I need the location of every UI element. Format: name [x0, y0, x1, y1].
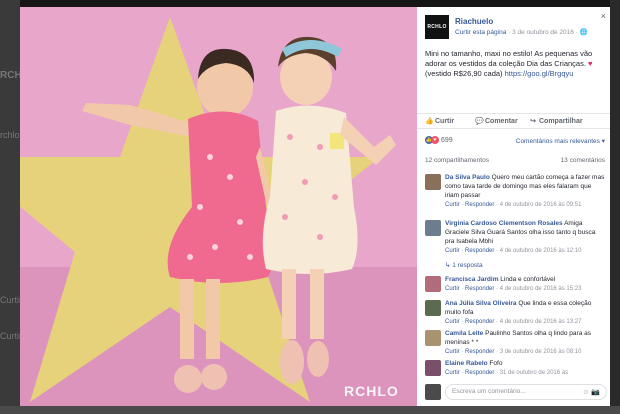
user-avatar — [425, 384, 441, 400]
shares-count[interactable]: 12 compartilhamentos — [425, 157, 489, 164]
share-icon: ↪ — [530, 118, 536, 125]
like-button[interactable]: 👍Curtir — [425, 117, 454, 125]
brand-watermark: RCHLO — [344, 383, 399, 399]
emoji-camera-icon[interactable]: ☺ 📷 — [582, 388, 600, 396]
comment-sort-dropdown[interactable]: Comentários mais relevantes ▾ — [516, 137, 605, 145]
comment-like-link[interactable]: Curtir — [445, 286, 460, 292]
comment-reply-link[interactable]: Responder — [465, 248, 494, 254]
page-avatar[interactable]: RCHLO — [425, 15, 449, 39]
reactions-summary[interactable]: 👍♥ 699 Comentários mais relevantes ▾ — [425, 136, 605, 148]
background-text: Curtir — [0, 331, 20, 341]
comment-date[interactable]: · 4 de outubro de 2016 às 13:27 — [494, 319, 581, 325]
reaction-count: 699 — [441, 136, 453, 144]
thumbs-up-icon: 👍 — [425, 118, 434, 125]
commenter-avatar[interactable] — [425, 220, 441, 236]
comment-reply-link[interactable]: Responder — [465, 319, 494, 325]
photo-viewer: RCHLO rchlo Curtir Curtir — [0, 0, 620, 414]
comment-button[interactable]: 💬Comentar — [475, 117, 518, 125]
comment-reply-link[interactable]: Responder — [465, 349, 494, 355]
comment-composer: Escreva um comentário... ☺ 📷 — [425, 384, 607, 400]
photo-illustration — [20, 7, 417, 406]
comment-reply-link[interactable]: Responder — [465, 370, 494, 376]
comment-date[interactable]: · 31 de outubro de 2016 às — [494, 370, 568, 376]
view-replies-link[interactable]: ↳ 1 resposta — [445, 261, 483, 269]
post-price: (vestido R$26,90 cada) — [425, 69, 505, 78]
heart-icon: ♥ — [588, 59, 593, 68]
comment-like-link[interactable]: Curtir — [445, 248, 460, 254]
comment-input[interactable]: Escreva um comentário... ☺ 📷 — [445, 384, 607, 400]
comment-text: Linda e confortável — [498, 276, 556, 283]
share-button[interactable]: ↪ Compartilhar — [529, 117, 583, 125]
share-label: Compartilhar — [539, 118, 583, 125]
background-page-right — [610, 0, 620, 414]
comment-placeholder: Escreva um comentário... — [452, 388, 526, 395]
background-text: RCHLO — [0, 70, 20, 81]
globe-icon: 🌐 — [579, 29, 588, 36]
love-reaction-icon: ♥ — [431, 136, 439, 144]
comment-reply-link[interactable]: Responder — [465, 286, 494, 292]
post-date[interactable]: · 3 de outubro de 2016 · — [506, 29, 579, 36]
page-name-link[interactable]: Riachuelo — [455, 17, 493, 26]
post-side-panel: × RCHLO Riachuelo Curtir esta página · 3… — [417, 7, 610, 406]
post-link[interactable]: https://goo.gl/Brgqyu — [505, 69, 574, 78]
post-actions-bar: 👍Curtir 💬Comentar ↪ Compartilhar — [417, 113, 610, 129]
commenter-avatar[interactable] — [425, 300, 441, 316]
comment-like-link[interactable]: Curtir — [445, 370, 460, 376]
comment-like-link[interactable]: Curtir — [445, 319, 460, 325]
post-photo[interactable]: RCHLO — [20, 7, 417, 406]
comment-date[interactable]: · 4 de outubro de 2016 às 12:10 — [494, 248, 581, 254]
comment-date[interactable]: · 4 de outubro de 2016 às 15:23 — [494, 286, 581, 292]
bottom-strip — [0, 406, 620, 414]
comment-author[interactable]: Da Silva Paulo — [445, 174, 490, 181]
commenter-avatar[interactable] — [425, 174, 441, 190]
comment-date[interactable]: · 4 de outubro de 2016 às 09:51 — [494, 202, 581, 208]
post-text: Mini no tamanho, maxi no estilo! As pequ… — [425, 49, 603, 79]
comments-count[interactable]: 13 comentários — [561, 157, 605, 164]
comment-author[interactable]: Camila Leite — [445, 330, 483, 337]
comment-author[interactable]: Elaine Rabelo — [445, 360, 488, 367]
post-meta: Curtir esta página · 3 de outubro de 201… — [455, 28, 588, 36]
post-body: Mini no tamanho, maxi no estilo! As pequ… — [425, 49, 593, 68]
comment-label: Comentar — [485, 118, 518, 125]
comment-date[interactable]: · 3 de outubro de 2016 às 08:10 — [494, 349, 581, 355]
comment-like-link[interactable]: Curtir — [445, 202, 460, 208]
commenter-avatar[interactable] — [425, 276, 441, 292]
comment-author[interactable]: Ana Júlia Silva Oliveira — [445, 300, 517, 307]
comment-like-link[interactable]: Curtir — [445, 349, 460, 355]
post-header: RCHLO Riachuelo Curtir esta página · 3 d… — [425, 15, 605, 39]
like-page-link[interactable]: Curtir esta página — [455, 29, 506, 36]
post-stats: 12 compartilhamentos 13 comentários — [425, 157, 605, 164]
comment-reply-link[interactable]: Responder — [465, 202, 494, 208]
background-page-left: RCHLO rchlo Curtir Curtir — [0, 0, 20, 414]
background-text: rchlo — [0, 130, 20, 140]
comment-icon: 💬 — [475, 118, 484, 125]
background-text: Curtir — [0, 295, 20, 305]
comment-author[interactable]: Virginia Cardoso Clementson Rosales — [445, 220, 563, 227]
comment-author[interactable]: Francisca Jardim — [445, 276, 498, 283]
comment-text: Fofo — [487, 360, 503, 367]
commenter-avatar[interactable] — [425, 330, 441, 346]
like-label: Curtir — [435, 118, 455, 125]
commenter-avatar[interactable] — [425, 360, 441, 376]
